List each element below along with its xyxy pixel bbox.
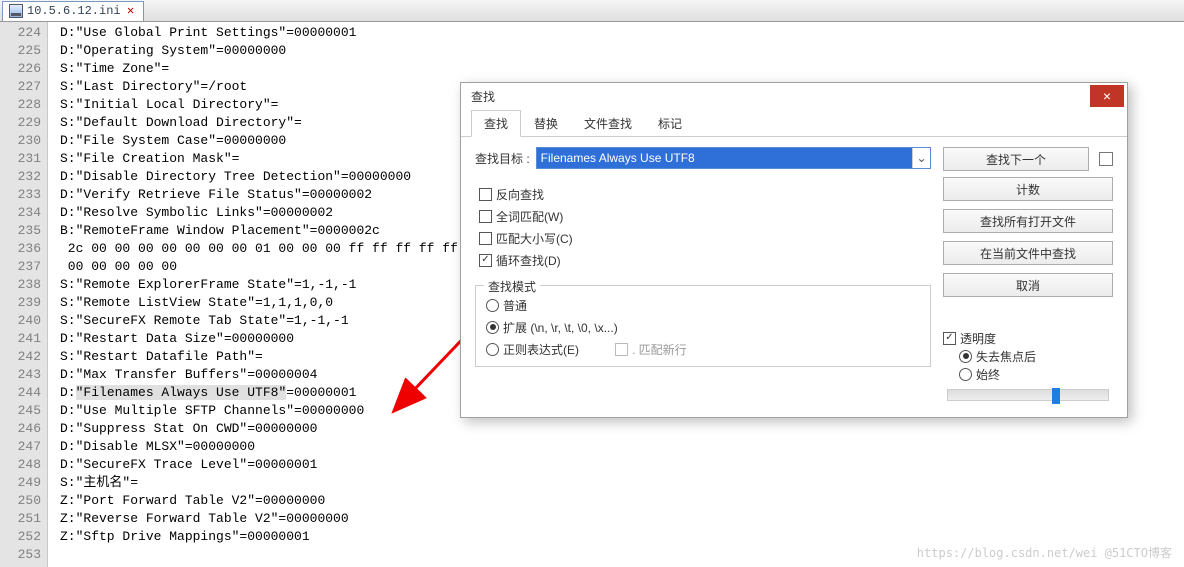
dialog-tabs: 查找 替换 文件查找 标记 <box>461 109 1127 137</box>
checkbox-transparency[interactable] <box>943 332 956 345</box>
radio-always[interactable] <box>959 368 972 381</box>
label-reverse: 反向查找 <box>496 186 544 203</box>
find-dialog: 查找 × 查找 替换 文件查找 标记 查找目标 : ⌄ 反向查找 全词匹配(W)… <box>460 82 1128 418</box>
slider-thumb[interactable] <box>1052 388 1060 404</box>
line-number: 225 <box>0 42 41 60</box>
line-number: 240 <box>0 312 41 330</box>
line-number: 227 <box>0 78 41 96</box>
code-line[interactable]: D:"Use Global Print Settings"=00000001 <box>60 24 1184 42</box>
label-mode-extended: 扩展 (\n, \r, \t, \0, \x...) <box>503 319 618 336</box>
line-number: 226 <box>0 60 41 78</box>
file-icon <box>9 4 23 18</box>
count-button[interactable]: 计数 <box>943 177 1113 201</box>
line-number: 239 <box>0 294 41 312</box>
line-number: 230 <box>0 132 41 150</box>
label-transparency: 透明度 <box>960 330 996 347</box>
line-number: 224 <box>0 24 41 42</box>
label-always: 始终 <box>976 366 1000 383</box>
code-line[interactable]: D:"Disable MLSX"=00000000 <box>60 438 1184 456</box>
code-line[interactable]: Z:"Reverse Forward Table V2"=00000000 <box>60 510 1184 528</box>
cancel-button[interactable]: 取消 <box>943 273 1113 297</box>
label-match-case: 匹配大小写(C) <box>496 230 573 247</box>
dialog-titlebar[interactable]: 查找 × <box>461 83 1127 109</box>
checkbox-wrap[interactable] <box>479 254 492 267</box>
search-match: "Filenames Always Use UTF8" <box>76 385 287 400</box>
line-number: 238 <box>0 276 41 294</box>
code-line[interactable]: D:"Suppress Stat On CWD"=00000000 <box>60 420 1184 438</box>
line-number: 245 <box>0 402 41 420</box>
find-all-current-button[interactable]: 在当前文件中查找 <box>943 241 1113 265</box>
line-number: 250 <box>0 492 41 510</box>
find-next-button[interactable]: 查找下一个 <box>943 147 1089 171</box>
search-mode-group: 查找模式 普通 扩展 (\n, \r, \t, \0, \x...) 正则表达式… <box>475 285 931 367</box>
line-number: 251 <box>0 510 41 528</box>
line-number: 231 <box>0 150 41 168</box>
dropdown-icon[interactable]: ⌄ <box>912 148 930 168</box>
checkbox-match-case[interactable] <box>479 232 492 245</box>
code-line[interactable]: D:"SecureFX Trace Level"=00000001 <box>60 456 1184 474</box>
radio-normal[interactable] <box>486 299 499 312</box>
file-tab[interactable]: 10.5.6.12.ini ✕ <box>2 1 144 21</box>
line-number: 244 <box>0 384 41 402</box>
radio-regex[interactable] <box>486 343 499 356</box>
label-lose-focus: 失去焦点后 <box>976 348 1036 365</box>
line-number: 236 <box>0 240 41 258</box>
transparency-slider[interactable] <box>947 389 1109 401</box>
line-number-gutter: 2242252262272282292302312322332342352362… <box>0 22 48 567</box>
tab-find[interactable]: 查找 <box>471 110 521 137</box>
code-line[interactable]: D:"Operating System"=00000000 <box>60 42 1184 60</box>
find-all-open-button[interactable]: 查找所有打开文件 <box>943 209 1113 233</box>
code-line[interactable]: Z:"Port Forward Table V2"=00000000 <box>60 492 1184 510</box>
line-number: 252 <box>0 528 41 546</box>
label-match-newline: . 匹配新行 <box>632 341 687 358</box>
tab-mark[interactable]: 标记 <box>645 110 695 137</box>
code-line[interactable]: S:"Time Zone"= <box>60 60 1184 78</box>
file-tab-label: 10.5.6.12.ini <box>27 4 121 18</box>
file-tab-bar: 10.5.6.12.ini ✕ <box>0 0 1184 22</box>
line-number: 248 <box>0 456 41 474</box>
label-mode-normal: 普通 <box>503 297 527 314</box>
label-mode-regex: 正则表达式(E) <box>503 341 579 358</box>
line-number: 247 <box>0 438 41 456</box>
search-label: 查找目标 : <box>475 150 530 167</box>
radio-lose-focus[interactable] <box>959 350 972 363</box>
label-whole-word: 全词匹配(W) <box>496 208 563 225</box>
dialog-title: 查找 <box>471 88 495 105</box>
code-line[interactable]: S:"主机名"= <box>60 474 1184 492</box>
search-mode-title: 查找模式 <box>484 278 540 295</box>
line-number: 237 <box>0 258 41 276</box>
line-number: 253 <box>0 546 41 564</box>
line-number: 233 <box>0 186 41 204</box>
close-button[interactable]: × <box>1090 85 1124 107</box>
search-input[interactable] <box>537 148 912 168</box>
line-number: 243 <box>0 366 41 384</box>
checkbox-reverse[interactable] <box>479 188 492 201</box>
line-number: 228 <box>0 96 41 114</box>
line-number: 235 <box>0 222 41 240</box>
tab-find-in-files[interactable]: 文件查找 <box>571 110 645 137</box>
watermark: https://blog.csdn.net/wei @51CTO博客 <box>917 544 1172 561</box>
close-icon[interactable]: ✕ <box>125 5 137 17</box>
line-number: 246 <box>0 420 41 438</box>
tab-replace[interactable]: 替换 <box>521 110 571 137</box>
line-number: 229 <box>0 114 41 132</box>
label-wrap: 循环查找(D) <box>496 252 561 269</box>
checkbox-whole-word[interactable] <box>479 210 492 223</box>
line-number: 242 <box>0 348 41 366</box>
line-number: 234 <box>0 204 41 222</box>
radio-extended[interactable] <box>486 321 499 334</box>
line-number: 241 <box>0 330 41 348</box>
line-number: 232 <box>0 168 41 186</box>
find-next-extra-checkbox[interactable] <box>1099 152 1113 166</box>
checkbox-match-newline <box>615 343 628 356</box>
line-number: 249 <box>0 474 41 492</box>
